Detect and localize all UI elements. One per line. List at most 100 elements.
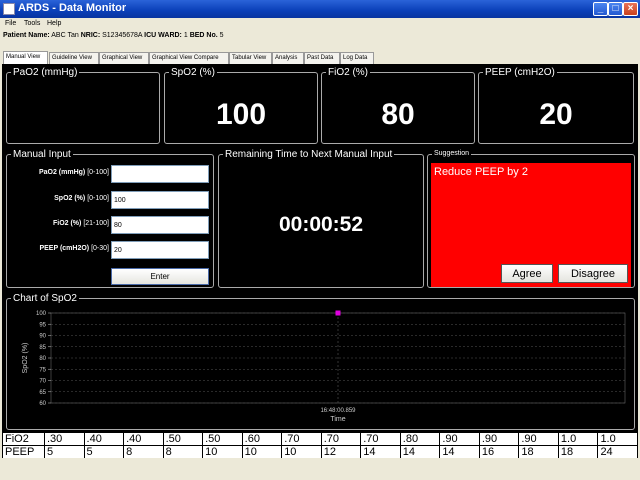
peep-input-label: PEEP (cmH2O) [0-30] bbox=[39, 245, 109, 252]
tab-graphical-view[interactable]: Graphical View bbox=[99, 52, 149, 64]
pao2-input-row: PaO2 (mmHg) [0-100] bbox=[7, 165, 213, 183]
table-cell: .90 bbox=[439, 432, 480, 446]
manual-input-panel: Manual Input PaO2 (mmHg) [0-100] SpO2 (%… bbox=[6, 149, 214, 288]
tab-tabular-view[interactable]: Tabular View bbox=[229, 52, 272, 64]
table-row: FiO2.30.40.40.50.50.60.70.70.70.80.90.90… bbox=[2, 432, 638, 446]
window-title: ARDS - Data Monitor bbox=[18, 2, 127, 14]
spo2-readout-label: SpO2 (%) bbox=[169, 67, 217, 78]
close-button[interactable]: × bbox=[623, 2, 638, 16]
disagree-button[interactable]: Disagree bbox=[558, 264, 628, 283]
menu-tools[interactable]: Tools bbox=[24, 20, 40, 27]
table-cell: .80 bbox=[399, 432, 441, 446]
bed-value: 5 bbox=[219, 32, 224, 39]
table-cell: .40 bbox=[123, 432, 164, 446]
bed-label: BED No. bbox=[189, 32, 218, 39]
fio2-input-row: FiO2 (%) [21-100] bbox=[7, 216, 213, 234]
y-tick-label: 60 bbox=[39, 401, 46, 407]
remaining-time-title: Remaining Time to Next Manual Input bbox=[223, 149, 395, 160]
tab-graphical-view-compare[interactable]: Graphical View Compare bbox=[149, 52, 229, 64]
y-tick-label: 90 bbox=[39, 334, 46, 340]
spo2-readout: SpO2 (%) 100 bbox=[164, 67, 318, 144]
table-cell: 5 bbox=[83, 445, 125, 459]
fio2-readout-label: FiO2 (%) bbox=[326, 67, 370, 78]
y-tick-label: 70 bbox=[39, 379, 46, 385]
manual-input-title: Manual Input bbox=[11, 149, 73, 160]
nric-label: NRIC: bbox=[80, 32, 101, 39]
pao2-input[interactable] bbox=[111, 165, 209, 183]
table-cell: 10 bbox=[202, 445, 243, 459]
table-cell: 14 bbox=[360, 445, 401, 459]
y-tick-label: 75 bbox=[39, 367, 46, 373]
fio2-readout: FiO2 (%) 80 bbox=[321, 67, 475, 144]
table-cell: 5 bbox=[44, 445, 85, 459]
guideline-table-grid: FiO2.30.40.40.50.50.60.70.70.70.80.90.90… bbox=[2, 432, 638, 459]
tab-log-data[interactable]: Log Data bbox=[340, 52, 374, 64]
title-bar: ARDS - Data Monitor _ □ × bbox=[0, 0, 640, 18]
table-cell: .70 bbox=[360, 432, 401, 446]
countdown-timer: 00:00:52 bbox=[278, 213, 364, 236]
table-row-header: PEEP bbox=[2, 445, 45, 459]
tab-past-data[interactable]: Past Data bbox=[304, 52, 340, 64]
tab-analysis[interactable]: Analysis bbox=[272, 52, 304, 64]
maximize-button[interactable]: □ bbox=[608, 2, 623, 16]
peep-input[interactable] bbox=[111, 241, 209, 259]
table-cell: 16 bbox=[478, 445, 520, 459]
patient-info: Patient Name: ABC Tan NRIC: S12345678A I… bbox=[3, 32, 224, 39]
table-cell: 14 bbox=[399, 445, 441, 459]
table-row-header: FiO2 bbox=[2, 432, 45, 446]
table-cell: .70 bbox=[281, 432, 322, 446]
ward-value: 1 bbox=[183, 32, 188, 39]
table-cell: 1.0 bbox=[557, 432, 599, 446]
data-point bbox=[335, 310, 341, 316]
table-cell: .70 bbox=[320, 432, 362, 446]
table-cell: 8 bbox=[123, 445, 164, 459]
table-cell: .40 bbox=[83, 432, 125, 446]
pao2-input-label: PaO2 (mmHg) [0-100] bbox=[38, 169, 109, 176]
app-icon bbox=[3, 3, 15, 15]
status-bar bbox=[0, 458, 640, 480]
peep-readout: PEEP (cmH2O) 20 bbox=[478, 67, 634, 144]
x-tick-label: 16:48:00.859 bbox=[320, 408, 356, 414]
spo2-input-row: SpO2 (%) [0-100] bbox=[7, 191, 213, 209]
menu-bar: File Tools Help bbox=[0, 18, 640, 31]
guideline-table: FiO2.30.40.40.50.50.60.70.70.70.80.90.90… bbox=[2, 432, 638, 459]
main-panel: PaO2 (mmHg) SpO2 (%) 100 FiO2 (%) 80 PEE… bbox=[2, 64, 638, 432]
agree-button[interactable]: Agree bbox=[501, 264, 553, 283]
peep-input-row: PEEP (cmH2O) [0-30] bbox=[7, 241, 213, 259]
table-cell: 10 bbox=[241, 445, 283, 459]
y-axis-label: SpO2 (%) bbox=[22, 343, 29, 374]
y-tick-label: 80 bbox=[39, 356, 46, 362]
pao2-readout-label: PaO2 (mmHg) bbox=[11, 67, 80, 78]
patient-name-label: Patient Name: bbox=[3, 32, 50, 39]
y-tick-label: 100 bbox=[36, 311, 47, 317]
tab-guideline-view[interactable]: Guideline View bbox=[49, 52, 99, 64]
fio2-input-label: FiO2 (%) [21-100] bbox=[52, 220, 109, 227]
suggestion-text: Reduce PEEP by 2 bbox=[434, 166, 528, 178]
peep-readout-value: 20 bbox=[539, 98, 573, 131]
fio2-input[interactable] bbox=[111, 216, 209, 234]
table-cell: .60 bbox=[241, 432, 283, 446]
spo2-input[interactable] bbox=[111, 191, 209, 209]
enter-button[interactable]: Enter bbox=[111, 268, 209, 285]
spo2-chart-panel: Chart of SpO2 60 65 70 75 80 85 90 95 100 SpO2 (%… bbox=[6, 293, 635, 430]
minimize-button[interactable]: _ bbox=[593, 2, 608, 16]
pao2-readout: PaO2 (mmHg) bbox=[6, 67, 160, 144]
table-cell: 8 bbox=[162, 445, 204, 459]
spo2-input-label: SpO2 (%) [0-100] bbox=[54, 195, 109, 202]
table-cell: 14 bbox=[439, 445, 480, 459]
table-cell: 18 bbox=[557, 445, 599, 459]
table-cell: .30 bbox=[44, 432, 85, 446]
menu-file[interactable]: File bbox=[5, 20, 16, 27]
patient-name: ABC Tan bbox=[51, 32, 79, 39]
table-cell: 1.0 bbox=[597, 432, 638, 446]
suggestion-box: Reduce PEEP by 2 Agree Disagree bbox=[431, 163, 631, 287]
y-tick-label: 65 bbox=[39, 390, 46, 396]
table-cell: 12 bbox=[320, 445, 362, 459]
nric-value: S12345678A bbox=[102, 32, 143, 39]
menu-help[interactable]: Help bbox=[47, 20, 61, 27]
spo2-readout-value: 100 bbox=[215, 98, 267, 131]
table-cell: .90 bbox=[518, 432, 559, 446]
tab-manual-view[interactable]: Manual View bbox=[3, 51, 48, 64]
table-cell: 18 bbox=[518, 445, 559, 459]
suggestion-title: Suggestion bbox=[432, 150, 472, 157]
